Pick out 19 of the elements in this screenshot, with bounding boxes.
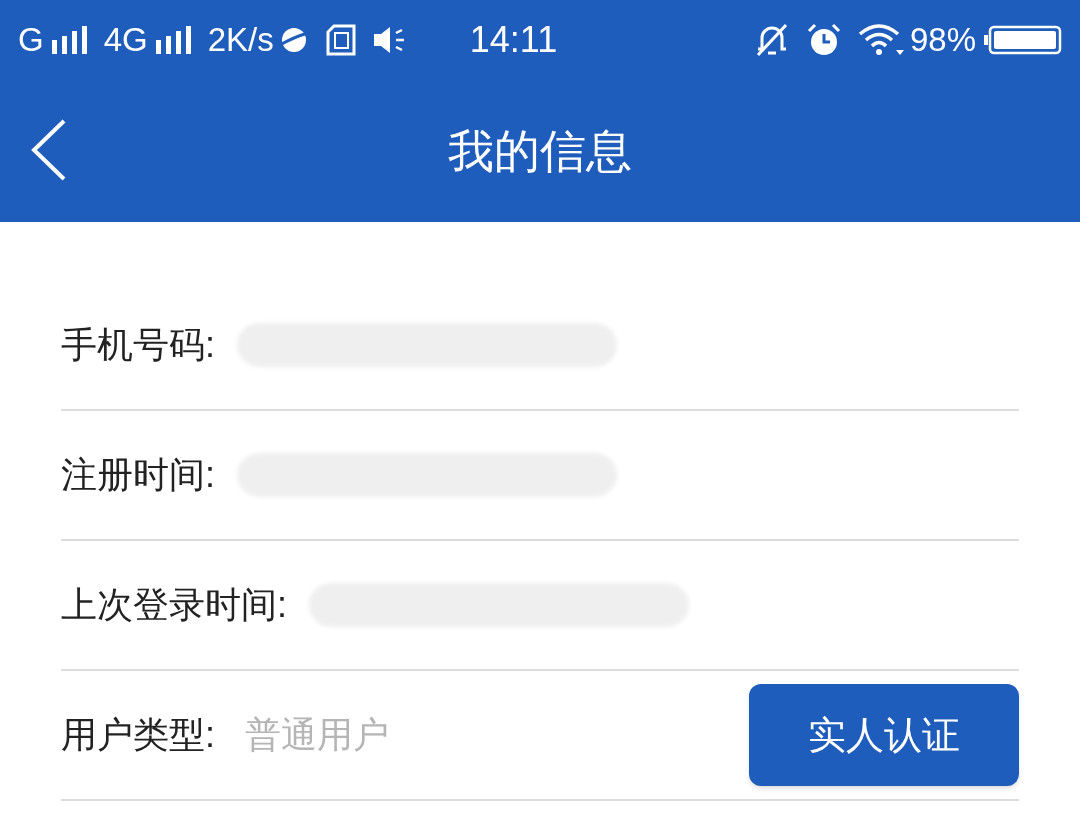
- clock-time: 14:11: [469, 18, 558, 62]
- network-speed: 2K/s: [207, 20, 274, 61]
- wifi-icon: [857, 24, 904, 56]
- field-label: 用户类型:: [61, 713, 215, 757]
- signal-icon: [153, 26, 194, 54]
- field-label: 注册时间:: [61, 453, 215, 497]
- carrier-label: 4G: [103, 20, 148, 61]
- field-label: 上次登录时间:: [61, 583, 287, 627]
- carrier-label: G: [18, 20, 44, 61]
- field-label: 手机号码:: [61, 323, 215, 367]
- signal-icon: [49, 26, 90, 54]
- alarm-clock-icon: [805, 23, 842, 57]
- battery-icon: [984, 25, 1062, 55]
- verify-button[interactable]: 实人认证: [749, 684, 1019, 786]
- field-value: 普通用户: [245, 713, 389, 757]
- sim-card-icon: [325, 24, 356, 56]
- back-icon: [30, 119, 66, 181]
- battery-percent: 98%: [909, 20, 976, 61]
- page-title: 我的信息: [448, 123, 632, 179]
